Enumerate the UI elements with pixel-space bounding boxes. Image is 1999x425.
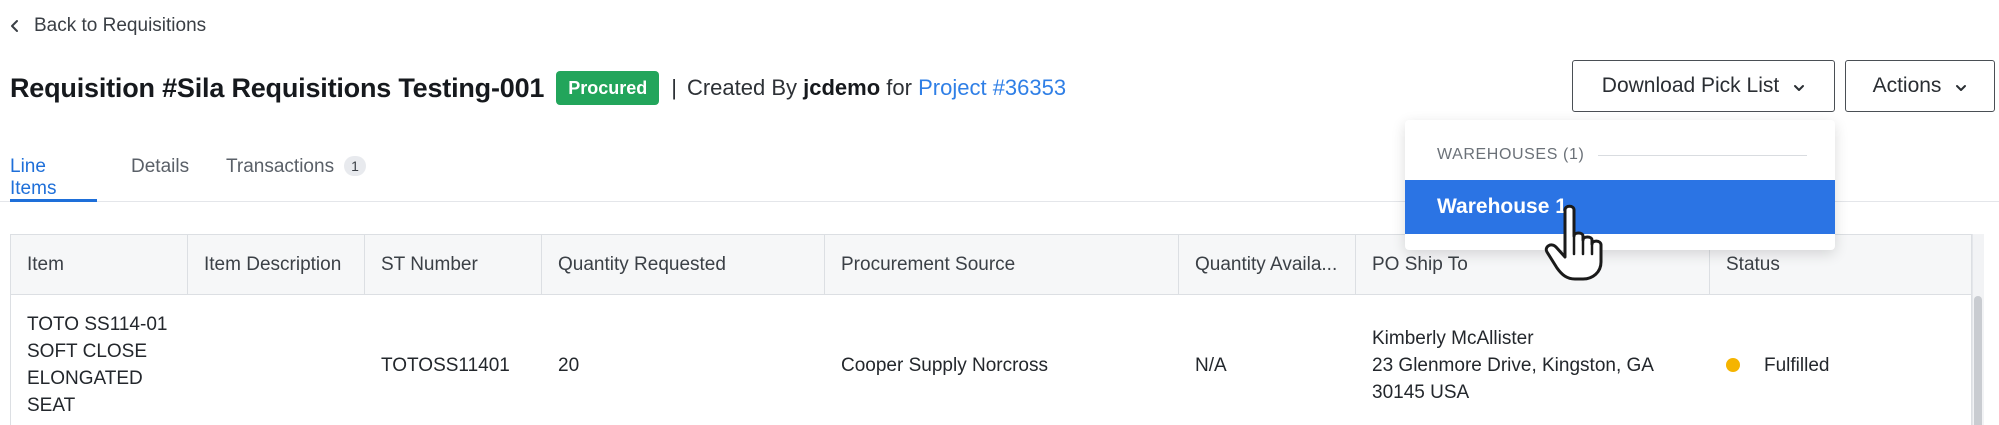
chevron-down-icon [1955,74,1967,98]
page-header: Requisition #Sila Requisitions Testing-0… [10,66,1066,110]
table-scrollbar-thumb[interactable] [1974,296,1982,425]
cell-po-ship-to: Kimberly McAllister 23 Glenmore Drive, K… [1356,295,1710,425]
cell-status: Fulfilled [1710,295,1973,425]
column-header-quantity-requested[interactable]: Quantity Requested [542,235,825,295]
project-link[interactable]: Project #36353 [918,75,1066,100]
ship-to-line: 30145 USA [1372,381,1470,403]
cell-item: TOTO SS114-01 SOFT CLOSE ELONGATED SEAT [11,295,188,425]
warehouse-dropdown-menu: WAREHOUSES (1) Warehouse 1 [1405,120,1835,250]
transactions-count-badge: 1 [344,156,366,176]
created-by-user: jcdemo [803,75,881,100]
item-line: TOTO SS114-01 [27,314,168,335]
tab-label: Details [131,156,190,177]
table-row[interactable]: TOTO SS114-01 SOFT CLOSE ELONGATED SEAT … [11,295,1971,425]
actions-button[interactable]: Actions [1845,60,1995,112]
item-line: SEAT [27,395,76,416]
cell-st-number: TOTOSS11401 [381,354,510,376]
column-header-procurement-source[interactable]: Procurement Source [825,235,1179,295]
warehouse-menu-item[interactable]: Warehouse 1 [1405,180,1835,234]
cell-quantity-available: N/A [1195,354,1227,376]
tab-details[interactable]: Details [131,156,189,202]
page-title: Requisition #Sila Requisitions Testing-0… [10,72,545,103]
header-separator: | [671,75,677,100]
actions-label: Actions [1872,74,1942,97]
status-dot-icon [1726,358,1740,372]
tab-transactions[interactable]: Transactions 1 [226,156,366,202]
tab-line-items[interactable]: Line Items [10,156,97,202]
download-pick-list-button[interactable]: Download Pick List [1572,60,1835,112]
status-label: Fulfilled [1764,354,1830,376]
chevron-down-icon [1793,74,1805,98]
line-items-table: Item Item Description ST Number Quantity… [10,234,1972,425]
column-header-item[interactable]: Item [11,235,188,295]
warehouses-section-label: WAREHOUSES (1) [1437,146,1585,163]
hand-pointer-cursor-icon [1544,204,1603,281]
column-header-quantity-available[interactable]: Quantity Availa... [1179,235,1356,295]
cell-quantity-requested: 20 [558,354,580,376]
status-badge: Procured [556,71,660,105]
chevron-left-icon [10,19,20,33]
back-link[interactable]: Back to Requisitions [10,12,206,40]
tab-label: Transactions [226,156,335,177]
tab-label: Line Items [10,156,57,199]
created-by-info: Created By jcdemo for Project #36353 [687,75,1066,101]
cell-item-description [188,295,365,425]
warehouses-section-header: WAREHOUSES (1) [1437,146,1807,164]
back-link-label: Back to Requisitions [34,15,207,36]
column-header-item-description[interactable]: Item Description [188,235,365,295]
section-divider [1598,154,1807,156]
item-line: ELONGATED [27,368,143,389]
for-label: for [886,75,912,100]
column-header-st-number[interactable]: ST Number [365,235,542,295]
ship-to-line: 23 Glenmore Drive, Kingston, GA [1372,354,1654,376]
item-line: SOFT CLOSE [27,341,148,362]
created-by-prefix: Created By [686,75,798,100]
download-pick-list-label: Download Pick List [1601,74,1780,97]
ship-to-line: Kimberly McAllister [1372,327,1534,349]
cell-procurement-source: Cooper Supply Norcross [841,354,1048,376]
